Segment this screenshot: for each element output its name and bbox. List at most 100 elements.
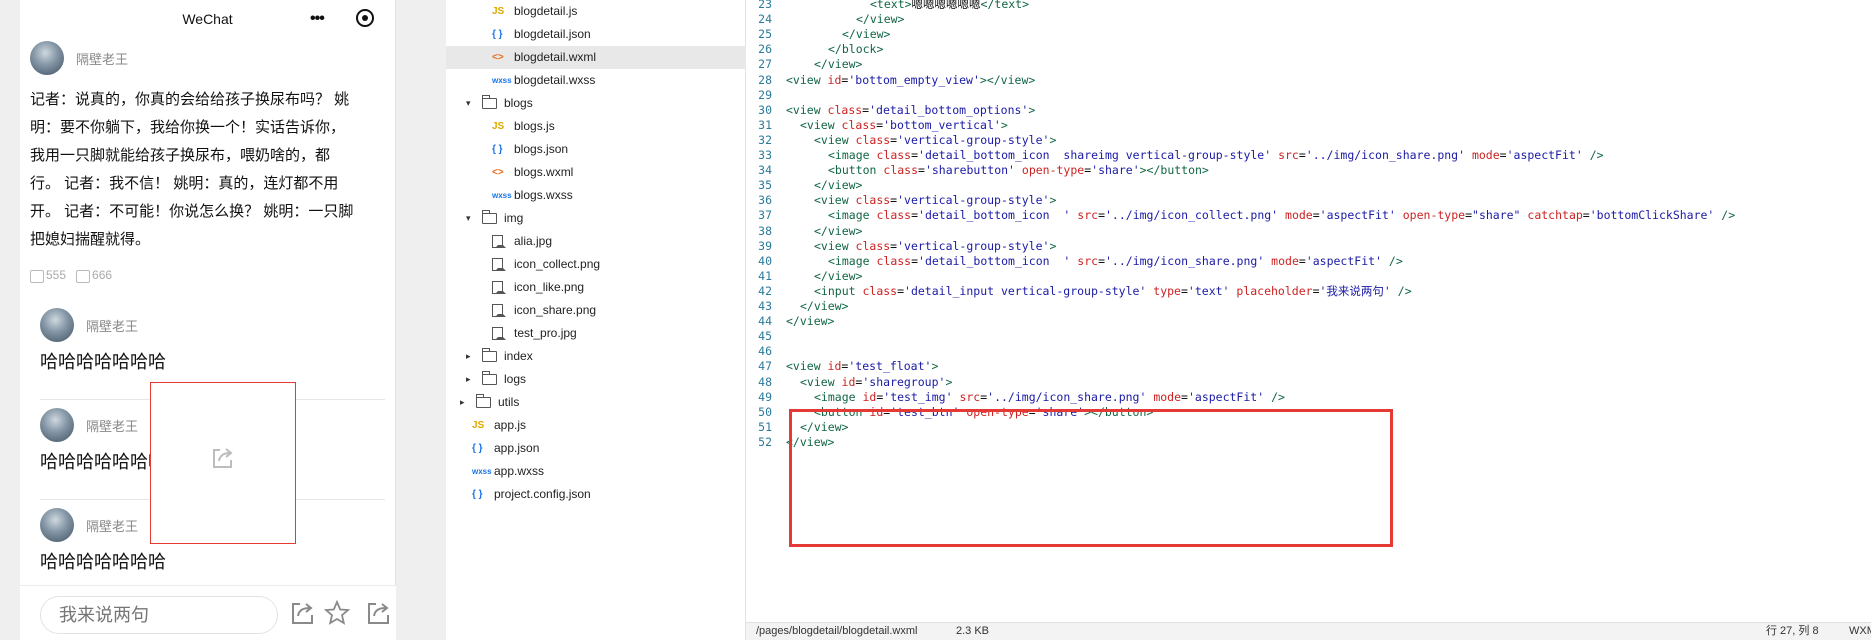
- code-line[interactable]: 42 <input class='detail_input vertical-gr…: [746, 284, 1412, 299]
- share-icon[interactable]: [366, 600, 392, 626]
- code-line[interactable]: 23 <text>嗯嗯嗯嗯嗯嗯</text>: [746, 0, 1029, 12]
- code-line[interactable]: 24 </view>: [746, 12, 904, 27]
- code-token: </view>: [814, 223, 863, 238]
- share-icon[interactable]: [290, 600, 316, 626]
- tree-item-test-pro-jpg[interactable]: test_pro.jpg: [446, 322, 746, 345]
- code-line[interactable]: 49 <image id='test_img' src='../img/icon_…: [746, 390, 1285, 405]
- code-line[interactable]: 39 <view class='vertical-group-style'>: [746, 239, 1056, 254]
- close-capsule-icon[interactable]: [356, 9, 374, 27]
- code-text: </view>: [786, 269, 862, 283]
- code-line[interactable]: 33 <image class='detail_bottom_icon share…: [746, 148, 1603, 163]
- chevron-right-icon[interactable]: ▸: [460, 391, 476, 414]
- tree-item-blogs-wxml[interactable]: <> blogs.wxml: [446, 161, 746, 184]
- chevron-right-icon[interactable]: ▸: [466, 345, 482, 368]
- code-token: '../img/icon_collect.png': [1105, 208, 1279, 223]
- code-line[interactable]: 26 </block>: [746, 42, 883, 57]
- code-line[interactable]: 48 <view id='sharegroup'>: [746, 375, 952, 390]
- tree-item-blogs-js[interactable]: JS blogs.js: [446, 115, 746, 138]
- code-line[interactable]: 30 <view class='detail_bottom_options'>: [746, 103, 1035, 118]
- code-line[interactable]: 25 </view>: [746, 27, 890, 42]
- tree-item-index[interactable]: ▸ index: [446, 345, 746, 368]
- tree-item-blogs-wxss[interactable]: wxss blogs.wxss: [446, 184, 746, 207]
- tree-item-blogdetail-wxss[interactable]: wxss blogdetail.wxss: [446, 69, 746, 92]
- folder-icon: [482, 210, 497, 224]
- code-token: <view: [786, 359, 828, 374]
- tree-item-label: icon_collect.png: [514, 257, 601, 271]
- code-line[interactable]: 35 </view>: [746, 178, 862, 193]
- line-number: 52: [758, 434, 772, 449]
- thumbs-up-icon[interactable]: [76, 269, 91, 283]
- code-line[interactable]: 46: [746, 344, 786, 359]
- code-line[interactable]: 34 <button class='sharebutton' open-type=…: [746, 163, 1209, 178]
- code-text: </view>: [786, 314, 834, 328]
- star-icon[interactable]: [324, 600, 350, 626]
- tree-item-blogdetail-wxml[interactable]: <> blogdetail.wxml: [446, 46, 746, 69]
- tree-item-utils[interactable]: ▸ utils: [446, 391, 746, 414]
- code-token: 'test_img': [883, 389, 953, 404]
- tree-item-logs[interactable]: ▸ logs: [446, 368, 746, 391]
- code-token: type: [1146, 283, 1181, 298]
- tree-item-label: img: [504, 211, 524, 225]
- tree-item-app-js[interactable]: JS app.js: [446, 414, 746, 437]
- author-name: 隔壁老王: [76, 51, 129, 67]
- code-token: 'vertical-group-style': [897, 238, 1050, 253]
- code-text: <image id='test_img' src='../img/icon_sh…: [786, 390, 1285, 404]
- thumbs-up-icon[interactable]: [30, 269, 44, 283]
- tree-item-blogdetail-json[interactable]: { } blogdetail.json: [446, 23, 746, 46]
- article-line: 我用一只脚就能给孩子换尿布，喂奶啥的，都: [30, 147, 331, 164]
- tree-item-project-config-json[interactable]: { } project.config.json: [446, 483, 746, 506]
- chevron-right-icon[interactable]: ▸: [466, 368, 482, 391]
- code-token: >: [1028, 102, 1036, 117]
- article-author: 隔壁老王: [30, 40, 128, 76]
- code-line[interactable]: 31 <view class='bottom_vertical'>: [746, 118, 1008, 133]
- code-line[interactable]: 44 </view>: [746, 314, 834, 329]
- code-token: 'detail_bottom_icon shareimg vertical-gr…: [918, 148, 1272, 162]
- code-line[interactable]: 41 </view>: [746, 269, 862, 284]
- code-token: id: [827, 359, 842, 374]
- tree-item-icon-collect-png[interactable]: icon_collect.png: [446, 253, 746, 276]
- code-line[interactable]: 45: [746, 329, 786, 344]
- code-token: =: [911, 208, 919, 223]
- code-token: 'bottom_empty_view': [848, 72, 980, 87]
- code-line[interactable]: 43 </view>: [746, 299, 848, 314]
- tree-item-alia-jpg[interactable]: alia.jpg: [446, 230, 746, 253]
- tree-item-blogs-json[interactable]: { } blogs.json: [446, 138, 746, 161]
- floating-share-group[interactable]: [150, 382, 296, 544]
- code-line[interactable]: 32 <view class='vertical-group-style'>: [746, 133, 1056, 148]
- code-line[interactable]: 40 <image class='detail_bottom_icon ' src…: [746, 254, 1403, 269]
- comment-input[interactable]: [40, 596, 278, 634]
- tree-item-img[interactable]: ▾ img: [446, 207, 746, 230]
- code-line[interactable]: 37 <image class='detail_bottom_icon ' src…: [746, 208, 1735, 223]
- tree-item-app-wxss[interactable]: wxss app.wxss: [446, 460, 746, 483]
- avatar: [40, 308, 74, 342]
- tree-item-blogdetail-js[interactable]: JS blogdetail.js: [446, 0, 746, 23]
- tree-item-blogs[interactable]: ▾ blogs: [446, 92, 746, 115]
- comment-author: 隔壁老王: [86, 418, 139, 434]
- line-number: 24: [758, 12, 772, 27]
- chevron-down-icon[interactable]: ▾: [466, 92, 482, 115]
- code-token: class: [876, 208, 912, 223]
- tree-item-icon-like-png[interactable]: icon_like.png: [446, 276, 746, 299]
- code-line[interactable]: 27 </view>: [746, 57, 862, 72]
- code-line[interactable]: 38 </view>: [746, 224, 862, 239]
- image-file-icon: [492, 258, 506, 271]
- code-line[interactable]: 36 <view class='vertical-group-style'>: [746, 193, 1056, 208]
- line-number: 29: [758, 87, 772, 102]
- image-file-icon: [492, 281, 506, 294]
- avatar: [30, 41, 64, 75]
- comment-text: 哈哈哈哈哈哈哈: [40, 352, 166, 372]
- line-number: 30: [758, 102, 772, 117]
- code-text: <view id='test_float'>: [786, 359, 938, 373]
- wxml-file-icon: <>: [492, 167, 504, 178]
- code-text: </view>: [786, 224, 862, 238]
- code-line[interactable]: 47 <view id='test_float'>: [746, 359, 938, 374]
- tree-item-icon-share-png[interactable]: icon_share.png: [446, 299, 746, 322]
- code-token: <view: [814, 132, 856, 147]
- more-icon[interactable]: •••: [310, 10, 325, 28]
- code-line[interactable]: 29: [746, 88, 786, 103]
- share-icon[interactable]: [210, 445, 236, 471]
- code-token: 'aspectFit': [1319, 208, 1396, 223]
- tree-item-app-json[interactable]: { } app.json: [446, 437, 746, 460]
- chevron-down-icon[interactable]: ▾: [466, 207, 482, 230]
- code-line[interactable]: 28 <view id='bottom_empty_view'></view>: [746, 73, 1035, 88]
